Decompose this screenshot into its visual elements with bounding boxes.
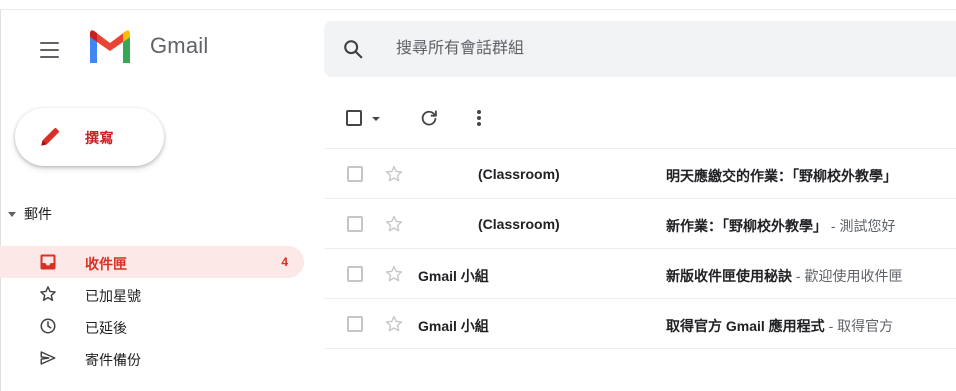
send-icon: [40, 351, 56, 365]
email-snippet: 明天應繳交的作業：「野柳校外教學」: [666, 166, 956, 186]
search-input[interactable]: [396, 38, 796, 60]
email-snippet: 新作業：「野柳校外教學」 - 測試您好: [666, 216, 956, 236]
email-sender: (Classroom): [478, 216, 560, 232]
mail-section-toggle[interactable]: 郵件: [8, 204, 52, 224]
sidebar-item-label: 收件匣: [85, 256, 127, 272]
email-preview: - 取得官方: [824, 318, 894, 334]
inbox-icon: [40, 254, 56, 270]
sidebar-item-starred[interactable]: 已加星號: [0, 278, 304, 310]
pencil-icon: [41, 128, 59, 146]
email-subject: 新版收件匣使用秘訣: [666, 268, 792, 284]
row-checkbox[interactable]: [347, 266, 363, 282]
compose-label: 撰寫: [85, 130, 114, 146]
email-sender: Gmail 小組: [418, 318, 489, 334]
top-border: [0, 9, 956, 10]
more-vert-icon[interactable]: [474, 107, 484, 129]
menu-icon: [40, 42, 59, 44]
star-icon[interactable]: [384, 314, 404, 334]
sidebar-item-label: 寄件備份: [85, 352, 141, 368]
gmail-logo-icon[interactable]: [87, 29, 133, 65]
email-preview: - 歡迎使用收件匣: [792, 268, 903, 284]
compose-button[interactable]: 撰寫: [15, 108, 164, 166]
email-sender: (Classroom): [478, 166, 560, 182]
caret-down-icon: [8, 211, 16, 217]
row-checkbox[interactable]: [347, 166, 363, 182]
email-row[interactable]: (Classroom) 新作業：「野柳校外教學」 - 測試您好: [324, 199, 956, 249]
select-menu-caret-icon[interactable]: [372, 117, 380, 121]
select-all-checkbox[interactable]: [346, 110, 362, 126]
star-icon[interactable]: [384, 164, 404, 184]
gmail-window: Gmail 撰寫 郵件 收件匣 4: [0, 0, 956, 391]
main-menu-button[interactable]: [37, 37, 63, 63]
refresh-icon[interactable]: [418, 107, 440, 129]
brand-name: Gmail: [150, 33, 209, 58]
search-icon[interactable]: [342, 38, 364, 60]
row-checkbox[interactable]: [347, 316, 363, 332]
sidebar-item-label: 已加星號: [85, 288, 141, 304]
email-row[interactable]: (Classroom) 明天應繳交的作業：「野柳校外教學」: [324, 149, 956, 199]
search-bar[interactable]: [324, 21, 956, 77]
email-subject: 新作業：「野柳校外教學」: [666, 218, 827, 234]
row-checkbox[interactable]: [347, 216, 363, 232]
sidebar-item-inbox[interactable]: 收件匣 4: [0, 246, 304, 278]
star-icon[interactable]: [384, 264, 404, 284]
sidebar-item-sent[interactable]: 寄件備份: [0, 342, 304, 374]
email-subject: 明天應繳交的作業：「野柳校外教學」: [666, 168, 897, 184]
star-icon: [40, 286, 56, 302]
sidebar-item-label: 已延後: [85, 320, 127, 336]
unread-count-badge: 4: [281, 255, 288, 269]
star-icon[interactable]: [384, 214, 404, 234]
email-row[interactable]: Gmail 小組 取得官方 Gmail 應用程式 - 取得官方: [324, 299, 956, 349]
email-snippet: 取得官方 Gmail 應用程式 - 取得官方: [666, 316, 956, 336]
email-subject: 取得官方 Gmail 應用程式: [666, 318, 825, 334]
sidebar-item-snoozed[interactable]: 已延後: [0, 310, 304, 342]
email-sender: Gmail 小組: [418, 268, 489, 284]
email-list: (Classroom) 明天應繳交的作業：「野柳校外教學」 (Classroom…: [324, 148, 956, 349]
clock-icon: [40, 318, 56, 334]
email-preview: - 測試您好: [827, 218, 896, 234]
sidebar-nav: 收件匣 4 已加星號 已延後 寄件備份: [0, 246, 304, 374]
email-snippet: 新版收件匣使用秘訣 - 歡迎使用收件匣: [666, 266, 956, 286]
section-label: 郵件: [24, 206, 52, 222]
email-row[interactable]: Gmail 小組 新版收件匣使用秘訣 - 歡迎使用收件匣: [324, 249, 956, 299]
